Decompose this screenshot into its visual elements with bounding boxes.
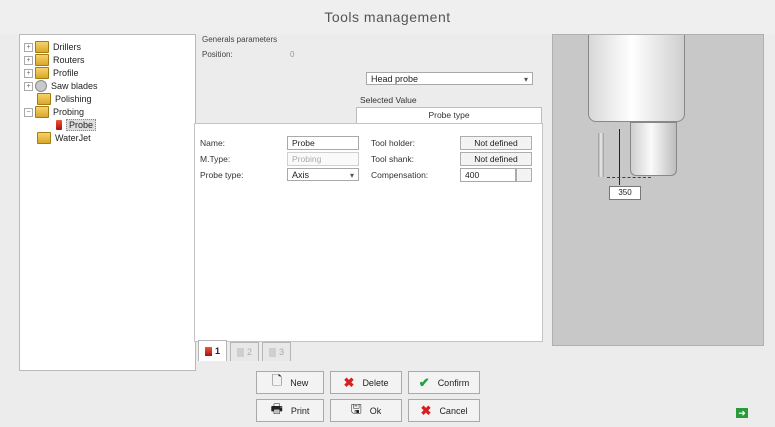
tree-item-label: Saw blades (51, 81, 98, 91)
position-value: 0 (290, 50, 295, 59)
ok-icon: 🖫 (350, 400, 362, 416)
tool-shank-button[interactable]: Not defined (460, 152, 532, 166)
probe-icon (56, 120, 62, 130)
check-icon: ✔ (418, 374, 430, 390)
tree-item-label: Drillers (53, 42, 81, 52)
delete-button-label: Delete (362, 377, 389, 388)
print-button[interactable]: 🖶 Print (256, 399, 324, 422)
tab-label: 1 (215, 346, 221, 356)
head-select-value: Head probe (371, 74, 419, 84)
probe-type-label: Probe type: (200, 170, 244, 180)
general-parameters-label: Generals parameters (202, 35, 278, 44)
title-bar: Tools management (0, 0, 775, 34)
expand-icon[interactable]: + (24, 42, 33, 52)
tree-item-label: Routers (53, 55, 85, 65)
spindle-graphic (630, 122, 677, 176)
folder-icon (35, 67, 49, 79)
exit-icon[interactable]: ➜ (736, 408, 748, 418)
tool-icon (237, 347, 245, 357)
probe-icon (205, 346, 212, 356)
expand-icon[interactable]: + (24, 81, 33, 91)
tree-item-probing[interactable]: − Probing (24, 106, 84, 118)
head-select[interactable]: Head probe ▾ (366, 72, 533, 85)
cancel-button[interactable]: ✖ Cancel (408, 399, 480, 422)
printer-icon: 🖶 (270, 400, 283, 416)
delete-button[interactable]: ✖ Delete (330, 371, 402, 394)
tree-item-label: Polishing (55, 94, 92, 104)
tree-item-drillers[interactable]: + Drillers (24, 41, 81, 53)
tool-icon (269, 347, 277, 357)
tool-preview: 350 (552, 34, 764, 346)
saw-blade-icon (35, 80, 47, 92)
confirm-button[interactable]: ✔ Confirm (408, 371, 480, 394)
dimension-value: 350 (609, 186, 641, 200)
delete-x-icon: ✖ (343, 374, 355, 390)
tree-item-profile[interactable]: + Profile (24, 67, 79, 79)
folder-icon (35, 54, 49, 66)
tree-item-waterjet[interactable]: WaterJet (37, 132, 91, 144)
cancel-x-icon: ✖ (420, 402, 432, 418)
tree-item-label: Probing (53, 107, 85, 117)
window-title: Tools management (324, 9, 451, 25)
chevron-down-icon[interactable]: ▾ (350, 169, 354, 182)
tree-item-routers[interactable]: + Routers (24, 54, 85, 66)
collapse-icon[interactable]: − (24, 107, 33, 117)
name-field[interactable]: Probe (287, 136, 359, 150)
tree-item-label: WaterJet (55, 133, 91, 143)
name-label: Name: (200, 138, 226, 148)
machine-head-graphic (588, 35, 685, 122)
tree-item-saw-blades[interactable]: + Saw blades (24, 80, 98, 92)
ok-button[interactable]: 🖫 Ok (330, 399, 402, 422)
tools-management-window: Tools management + Drillers + Routers + … (0, 0, 775, 427)
compensation-field[interactable]: 400 (460, 168, 516, 182)
probe-type-header: Probe type (356, 107, 542, 124)
tool-tree[interactable]: + Drillers + Routers + Profile + Saw bla… (19, 34, 196, 371)
expand-icon[interactable]: + (24, 68, 33, 78)
probe-type-select[interactable]: Axis ▾ (287, 168, 359, 181)
position-label: Position: (202, 50, 233, 59)
tab-label: 3 (279, 347, 285, 357)
dimension-arrow (607, 177, 651, 178)
tool-properties-panel: Name: Probe M.Type: Probing Probe type: … (194, 123, 543, 342)
folder-icon (35, 41, 49, 53)
tool-shank-label: Tool shank: (371, 154, 414, 164)
tab-label: 2 (247, 347, 253, 357)
compensation-button[interactable] (516, 168, 532, 182)
tab-2[interactable]: 2 (230, 342, 260, 361)
folder-icon (35, 106, 49, 118)
cancel-button-label: Cancel (439, 405, 468, 416)
tree-item-label: Profile (53, 68, 79, 78)
new-button[interactable]: 🗋 New (256, 371, 324, 394)
tab-3[interactable]: 3 (262, 342, 292, 361)
ok-button-label: Ok (369, 405, 382, 416)
selected-value-label: Selected Value (360, 95, 417, 105)
print-button-label: Print (290, 405, 310, 416)
probe-type-value: Axis (292, 170, 310, 180)
expand-icon[interactable]: + (24, 55, 33, 65)
folder-icon (37, 93, 51, 105)
new-document-icon: 🗋 (271, 372, 283, 388)
mtype-label: M.Type: (200, 154, 231, 164)
tool-holder-button[interactable]: Not defined (460, 136, 532, 150)
confirm-button-label: Confirm (437, 377, 470, 388)
new-button-label: New (290, 377, 309, 388)
mtype-field: Probing (287, 152, 359, 166)
tree-item-probe[interactable]: Probe (56, 119, 97, 131)
tool-holder-label: Tool holder: (371, 138, 415, 148)
tool-tabs: 1 2 3 (198, 340, 294, 362)
tab-1[interactable]: 1 (198, 340, 228, 361)
tree-item-polishing[interactable]: Polishing (37, 93, 92, 105)
tree-item-label: Probe (66, 119, 97, 131)
chevron-down-icon[interactable]: ▾ (524, 73, 528, 86)
folder-icon (37, 132, 51, 144)
compensation-label: Compensation: (371, 170, 429, 180)
